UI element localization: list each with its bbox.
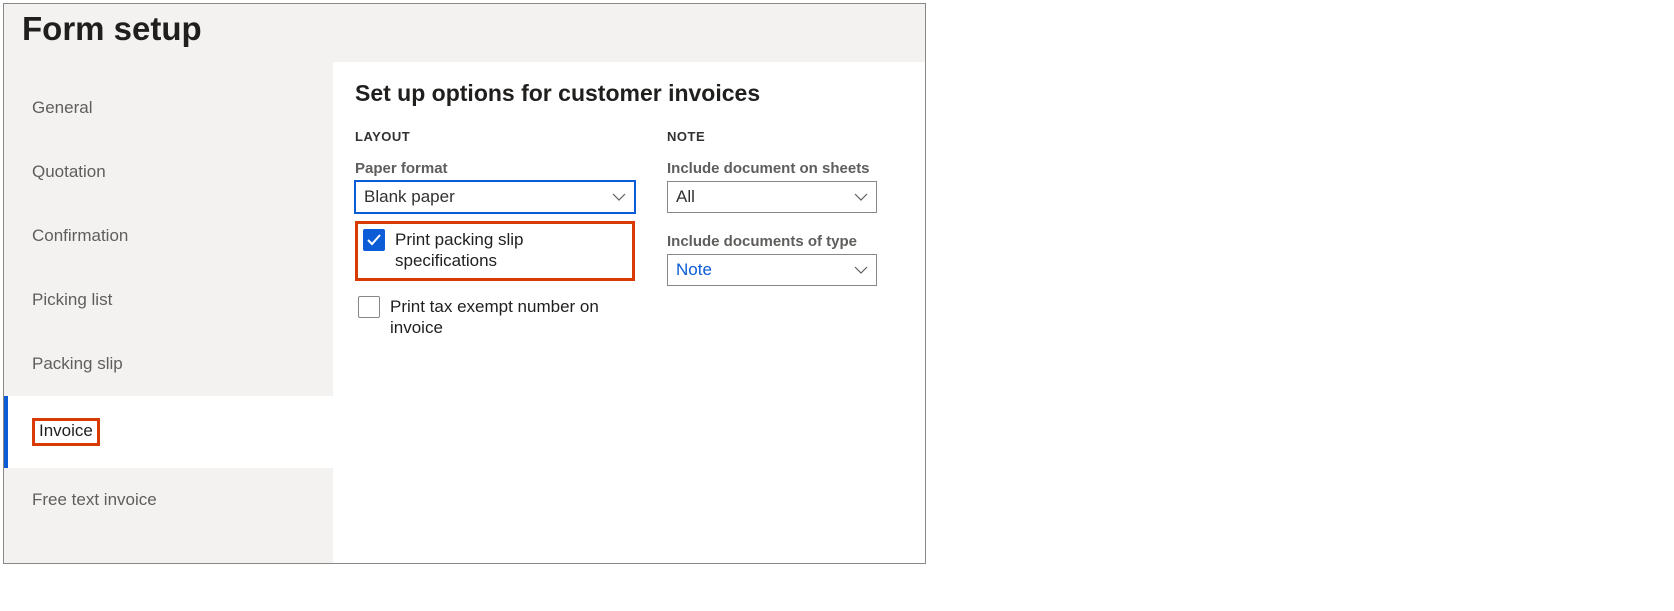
sidebar-item-packing-slip[interactable]: Packing slip <box>4 332 333 396</box>
sidebar-item-invoice-highlight: Invoice <box>32 418 100 446</box>
chevron-down-icon <box>854 265 868 275</box>
include-on-sheets-label: Include document on sheets <box>667 160 877 177</box>
sidebar-item-general[interactable]: General <box>4 76 333 140</box>
print-packing-slip-checkbox[interactable] <box>363 229 385 251</box>
print-tax-exempt-row: Print tax exempt number on invoice <box>355 293 635 342</box>
print-tax-exempt-label: Print tax exempt number on invoice <box>390 296 632 339</box>
body: General Quotation Confirmation Picking l… <box>4 62 925 563</box>
chevron-down-icon <box>612 192 626 202</box>
content-pane: Set up options for customer invoices LAY… <box>333 62 925 563</box>
form-setup-window: Form setup General Quotation Confirmatio… <box>3 3 926 564</box>
include-on-sheets-select[interactable]: All <box>667 181 877 213</box>
sidebar-item-invoice[interactable]: Invoice <box>4 396 333 468</box>
note-section: NOTE Include document on sheets All Incl… <box>667 129 877 341</box>
sidebar-item-confirmation[interactable]: Confirmation <box>4 204 333 268</box>
print-packing-slip-label: Print packing slip specifications <box>395 229 626 272</box>
note-section-label: NOTE <box>667 129 877 144</box>
include-of-type-value: Note <box>676 260 712 280</box>
sidebar: General Quotation Confirmation Picking l… <box>4 62 333 563</box>
content-heading: Set up options for customer invoices <box>355 80 905 107</box>
titlebar: Form setup <box>4 4 925 62</box>
sidebar-item-picking-list[interactable]: Picking list <box>4 268 333 332</box>
paper-format-select[interactable]: Blank paper <box>355 181 635 213</box>
chevron-down-icon <box>854 192 868 202</box>
sidebar-item-free-text-invoice[interactable]: Free text invoice <box>4 468 333 532</box>
print-tax-exempt-checkbox[interactable] <box>358 296 380 318</box>
include-on-sheets-value: All <box>676 187 695 207</box>
print-packing-slip-row: Print packing slip specifications <box>355 221 635 281</box>
paper-format-label: Paper format <box>355 160 635 177</box>
sidebar-item-quotation[interactable]: Quotation <box>4 140 333 204</box>
layout-section: LAYOUT Paper format Blank paper Print pa… <box>355 129 635 341</box>
include-of-type-label: Include documents of type <box>667 233 877 250</box>
include-of-type-select[interactable]: Note <box>667 254 877 286</box>
page-title: Form setup <box>22 10 907 48</box>
paper-format-value: Blank paper <box>364 187 455 207</box>
layout-section-label: LAYOUT <box>355 129 635 144</box>
